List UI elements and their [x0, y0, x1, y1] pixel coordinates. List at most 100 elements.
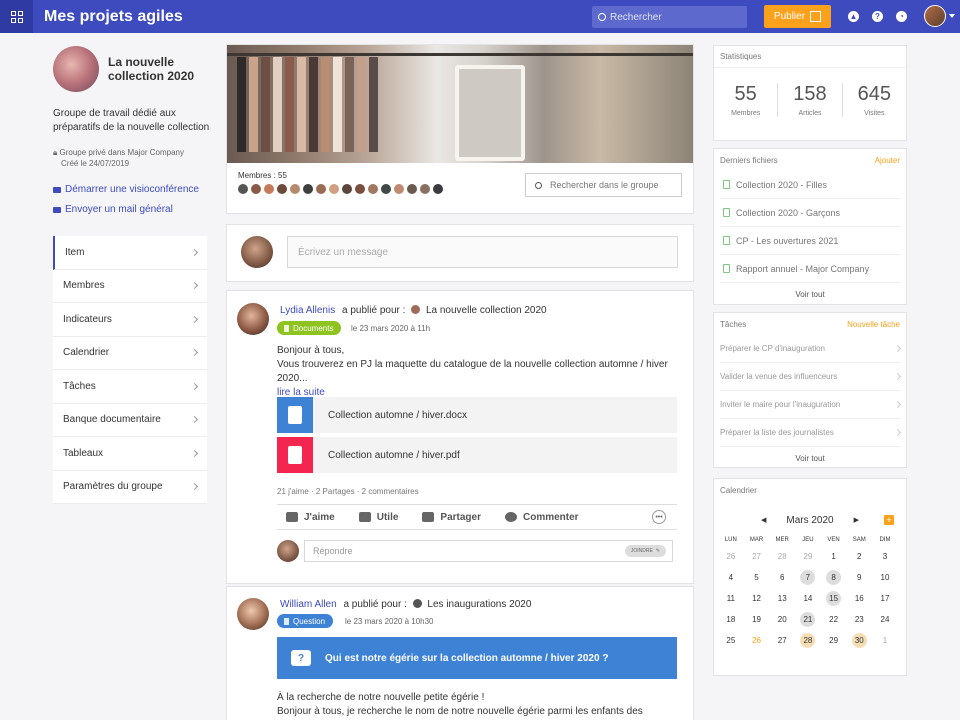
calendar-day[interactable]: 22 — [821, 612, 847, 631]
member-avatar[interactable] — [290, 184, 300, 194]
calendar-day[interactable]: 17 — [872, 591, 898, 610]
calendar-day[interactable]: 9 — [846, 570, 872, 589]
member-avatar[interactable] — [368, 184, 378, 194]
calendar-day[interactable]: 20 — [769, 612, 795, 631]
calendar-day[interactable]: 7 — [795, 570, 821, 589]
comment-button[interactable]: Commenter — [504, 512, 579, 523]
file-list-item[interactable]: Collection 2020 - Filles — [720, 171, 900, 199]
file-list-item[interactable]: CP - Les ouvertures 2021 — [720, 227, 900, 255]
calendar-day[interactable]: 27 — [769, 633, 795, 652]
prev-month-icon[interactable]: ◀ — [761, 516, 766, 524]
next-month-icon[interactable]: ▶ — [854, 516, 859, 524]
member-avatar[interactable] — [407, 184, 417, 194]
calendar-day[interactable]: 5 — [744, 570, 770, 589]
calendar-day[interactable]: 26 — [744, 633, 770, 652]
calendar-day[interactable]: 1 — [872, 633, 898, 652]
post-stats[interactable]: 21 j'aime · 2 Partages · 2 commentaires — [277, 487, 419, 496]
member-avatar[interactable] — [277, 184, 287, 194]
useful-button[interactable]: Utile — [358, 512, 398, 523]
calendar-day[interactable]: 28 — [769, 549, 795, 568]
avatar[interactable] — [237, 303, 269, 335]
nav-item-item[interactable]: Item — [53, 236, 207, 270]
calendar-day[interactable]: 23 — [846, 612, 872, 631]
calendar-day[interactable]: 28 — [795, 633, 821, 652]
calendar-day[interactable]: 26 — [718, 549, 744, 568]
new-task-link[interactable]: Nouvelle tâche — [847, 320, 900, 329]
calendar-day[interactable]: 29 — [821, 633, 847, 652]
chevron-down-icon[interactable] — [949, 14, 955, 18]
group-search-input[interactable]: Rechercher dans le groupe — [525, 173, 682, 197]
calendar-day[interactable]: 14 — [795, 591, 821, 610]
calendar-day[interactable]: 11 — [718, 591, 744, 610]
task-list-item[interactable]: Préparer la liste des journalistes — [720, 419, 902, 447]
calendar-day[interactable]: 8 — [821, 570, 847, 589]
calendar-day[interactable]: 19 — [744, 612, 770, 631]
nav-item-parametres[interactable]: Paramètres du groupe — [53, 471, 207, 504]
reply-input[interactable]: Répondre JOINDRE ✎ — [304, 540, 673, 562]
member-avatar[interactable] — [433, 184, 443, 194]
calendar-day[interactable]: 16 — [846, 591, 872, 610]
attachment-row[interactable]: Collection automne / hiver.pdf — [277, 437, 677, 473]
file-list-item[interactable]: Collection 2020 - Garçons — [720, 199, 900, 227]
member-avatar[interactable] — [420, 184, 430, 194]
calendar-day[interactable]: 12 — [744, 591, 770, 610]
see-all-files-link[interactable]: Voir tout — [714, 283, 906, 305]
nav-item-membres[interactable]: Membres — [53, 270, 207, 303]
nav-item-tableaux[interactable]: Tableaux — [53, 437, 207, 471]
member-avatar[interactable] — [355, 184, 365, 194]
help-icon[interactable]: ? — [872, 11, 883, 22]
calendar-day[interactable]: 27 — [744, 549, 770, 568]
calendar-day[interactable]: 21 — [795, 612, 821, 631]
post-author[interactable]: Lydia Allenis — [280, 305, 335, 316]
calendar-day[interactable]: 1 — [821, 549, 847, 568]
mail-link[interactable]: Envoyer un mail général — [53, 204, 173, 215]
calendar-day[interactable]: 10 — [872, 570, 898, 589]
calendar-day[interactable]: 24 — [872, 612, 898, 631]
message-input[interactable]: Écrivez un message — [287, 236, 678, 268]
see-all-tasks-link[interactable]: Voir tout — [714, 447, 906, 469]
member-avatar[interactable] — [329, 184, 339, 194]
nav-item-taches[interactable]: Tâches — [53, 370, 207, 404]
member-avatar[interactable] — [303, 184, 313, 194]
calendar-day[interactable]: 3 — [872, 549, 898, 568]
task-list-item[interactable]: Inviter le maire pour l'inauguration — [720, 391, 902, 419]
add-event-icon[interactable]: + — [884, 515, 894, 525]
member-avatar[interactable] — [394, 184, 404, 194]
post-author[interactable]: William Allen — [280, 599, 337, 610]
calendar-day[interactable]: 6 — [769, 570, 795, 589]
calendar-day[interactable]: 13 — [769, 591, 795, 610]
calendar-day[interactable]: 18 — [718, 612, 744, 631]
nav-item-indicateurs[interactable]: Indicateurs — [53, 303, 207, 337]
post-target[interactable]: La nouvelle collection 2020 — [426, 305, 547, 316]
publish-button[interactable]: Publier — [764, 5, 831, 28]
member-avatar[interactable] — [342, 184, 352, 194]
calendar-day[interactable]: 29 — [795, 549, 821, 568]
avatar[interactable] — [237, 598, 269, 630]
share-button[interactable]: Partager — [422, 512, 481, 523]
member-avatar[interactable] — [381, 184, 391, 194]
rocket-icon[interactable]: ▲ — [848, 11, 859, 22]
member-avatar[interactable] — [316, 184, 326, 194]
calendar-day[interactable]: 30 — [846, 633, 872, 652]
calendar-day[interactable]: 2 — [846, 549, 872, 568]
attach-button[interactable]: JOINDRE ✎ — [624, 545, 666, 557]
add-file-link[interactable]: Ajouter — [875, 156, 900, 165]
calendar-day[interactable]: 25 — [718, 633, 744, 652]
file-list-item[interactable]: Rapport annuel - Major Company — [720, 255, 900, 283]
calendar-day[interactable]: 15 — [821, 591, 847, 610]
like-button[interactable]: J'aime — [286, 512, 335, 523]
attachment-row[interactable]: Collection automne / hiver.docx — [277, 397, 677, 433]
nav-item-banque[interactable]: Banque documentaire — [53, 404, 207, 437]
user-avatar[interactable] — [924, 5, 946, 27]
video-conference-link[interactable]: Démarrer une visioconférence — [53, 184, 199, 195]
global-search-input[interactable]: Rechercher — [592, 6, 747, 28]
nav-item-calendrier[interactable]: Calendrier — [53, 337, 207, 370]
calendar-day[interactable]: 4 — [718, 570, 744, 589]
more-options-icon[interactable]: ••• — [652, 510, 666, 524]
apps-menu-button[interactable] — [0, 0, 33, 33]
task-list-item[interactable]: Valider la venue des influenceurs — [720, 363, 902, 391]
task-list-item[interactable]: Préparer le CP d'inauguration — [720, 335, 902, 363]
clock-icon[interactable]: ◔ — [896, 11, 907, 22]
member-avatar[interactable] — [251, 184, 261, 194]
member-avatar[interactable] — [238, 184, 248, 194]
